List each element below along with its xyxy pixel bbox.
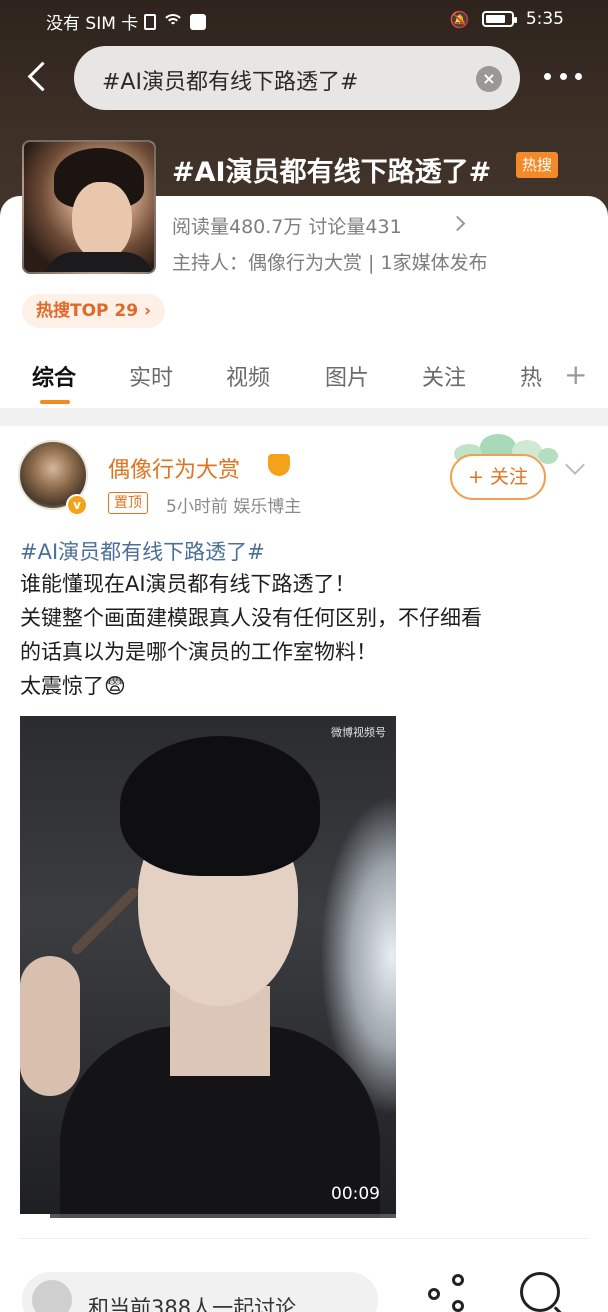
tab-hot[interactable]: 热 <box>520 360 542 392</box>
section-divider <box>0 408 608 426</box>
topic-card: 阅读量480.7万 讨论量431 主持人：偶像行为大赏 | 1家媒体发布 热搜T… <box>0 196 608 1312</box>
wifi-icon <box>162 13 185 30</box>
comment-input[interactable]: 和当前388人一起讨论 <box>22 1272 378 1312</box>
back-button[interactable] <box>22 58 58 98</box>
verified-icon: v <box>66 494 88 516</box>
chevron-right-icon[interactable] <box>449 215 466 232</box>
video-duration: 00:09 <box>331 1184 380 1204</box>
share-icon[interactable] <box>428 1274 470 1312</box>
tab-realtime[interactable]: 实时 <box>129 360 173 392</box>
follow-button[interactable]: + 关注 <box>450 454 546 500</box>
tab-video[interactable]: 视频 <box>226 360 270 392</box>
tab-pictures[interactable]: 图片 <box>325 360 369 392</box>
post-text-line: 的话真以为是哪个演员的工作室物料！ <box>20 640 377 664</box>
pinned-badge: 置顶 <box>108 492 148 514</box>
bottom-bar: 和当前388人一起讨论 <box>0 1262 608 1312</box>
topic-title: #AI演员都有线下路透了# <box>172 157 492 188</box>
clock: 5:35 <box>525 9 564 29</box>
vip-badge-icon <box>268 454 290 476</box>
avatar <box>32 1280 72 1312</box>
clear-icon[interactable]: × <box>476 66 502 92</box>
add-tab-icon[interactable]: + <box>564 358 587 391</box>
search-query: #AI演员都有线下路透了# <box>102 70 359 95</box>
topic-cover-image <box>22 140 156 274</box>
topic-stats[interactable]: 阅读量480.7万 讨论量431 <box>172 212 402 239</box>
video-progress-bar[interactable] <box>20 1214 396 1218</box>
chevron-down-icon[interactable] <box>565 455 585 475</box>
comment-placeholder: 和当前388人一起讨论 <box>88 1296 297 1312</box>
post-hashtag[interactable]: #AI演员都有线下路透了# <box>20 536 265 566</box>
post-text-line: 太震惊了😨 <box>20 674 126 698</box>
carrier-label: 没有 SIM 卡 <box>46 14 139 34</box>
tab-following[interactable]: 关注 <box>422 360 466 392</box>
post-meta: 5小时前 娱乐博主 <box>166 497 302 517</box>
hot-badge: 热搜 <box>516 152 559 178</box>
video-watermark: 微博视频号 <box>331 726 386 739</box>
author-name[interactable]: 偶像行为大赏 <box>108 452 240 484</box>
sim-warning-icon <box>144 13 157 30</box>
nav-bar: #AI演员都有线下路透了# × <box>0 44 608 110</box>
video-player[interactable]: 微博视频号 00:09 <box>20 716 396 1218</box>
status-bar: 没有 SIM 卡 🔕 5:35 <box>0 0 608 40</box>
battery-icon <box>481 11 517 27</box>
search-icon[interactable] <box>520 1272 560 1312</box>
search-input[interactable]: #AI演员都有线下路透了# × <box>74 46 520 110</box>
active-tab-indicator <box>40 400 70 404</box>
post-action-divider <box>20 1238 588 1242</box>
mute-bell-icon: 🔕 <box>449 9 470 29</box>
post-text-line: 谁能懂现在AI演员都有线下路透了！ <box>20 572 356 596</box>
message-icon <box>190 13 207 30</box>
tab-bar: 综合 实时 视频 图片 关注 热 + <box>0 356 608 406</box>
hot-rank-badge[interactable]: 热搜TOP 29 › <box>22 294 166 328</box>
topic-host: 主持人：偶像行为大赏 | 1家媒体发布 <box>172 252 488 274</box>
more-options-button[interactable] <box>544 68 582 84</box>
post-text-line: 关键整个画面建模跟真人没有任何区别，不仔细看 <box>20 606 482 630</box>
tab-comprehensive[interactable]: 综合 <box>32 360 76 392</box>
